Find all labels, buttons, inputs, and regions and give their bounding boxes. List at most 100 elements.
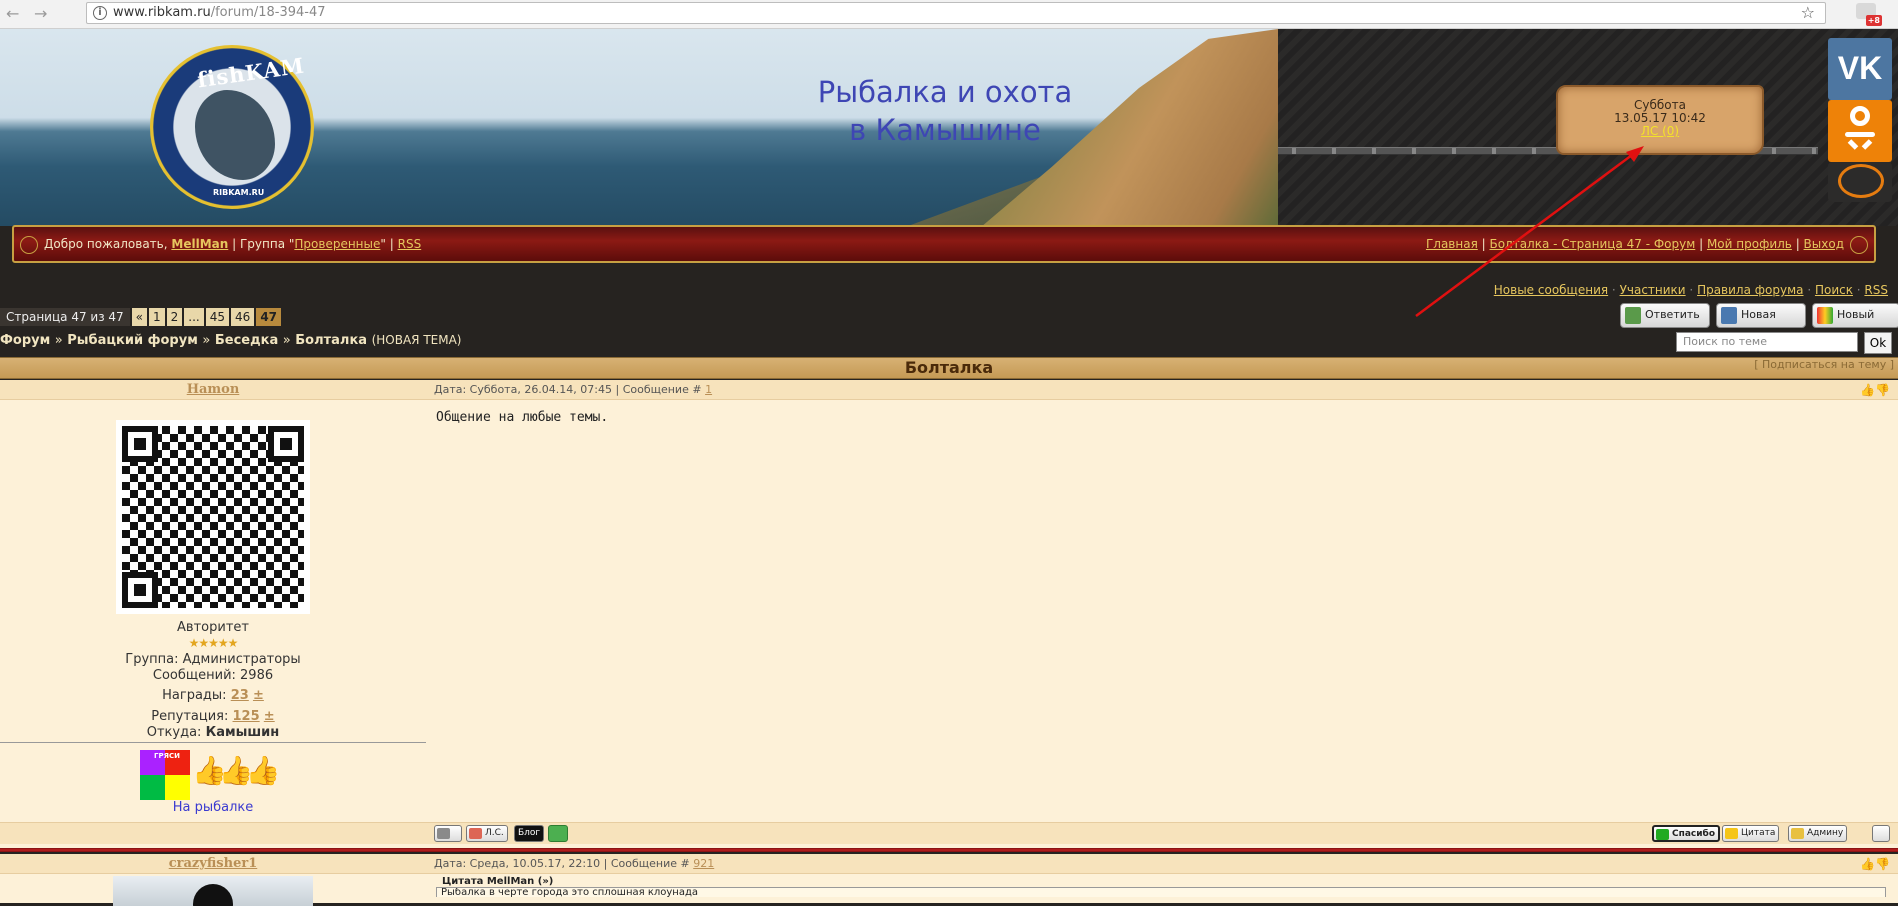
badge-text: ГРЯСИ [154,752,180,760]
profile-button[interactable] [434,825,462,842]
ok-share-button[interactable] [1828,100,1892,162]
post-date: Дата: Суббота, 26.04.14, 07:45 | Сообщен… [434,383,702,396]
post-header: crazyfisher1 Дата: Среда, 10.05.17, 22:1… [0,854,1898,874]
crumb-forum[interactable]: Форум [0,333,50,348]
page-label: Страница 47 из 47 [0,308,130,326]
admin-label: Админу [1807,828,1844,838]
back-icon[interactable]: ← [6,4,19,23]
new-topic-icon [1721,307,1737,324]
thanks-button[interactable]: Спасибо [1652,825,1721,842]
social-extra-button[interactable] [1828,162,1892,202]
thumbs-up-icon: 👍👍👍 [192,754,281,787]
nav-link-thread[interactable]: Болталка - Страница 47 - Форум [1489,237,1695,251]
new-poll-button[interactable]: Новый Опрос [1812,303,1898,343]
crumb-category[interactable]: Рыбацкий форум [67,333,198,348]
awards-link[interactable]: 23 [231,688,249,703]
logo-text: fishKAM [195,52,307,93]
subscribe-link[interactable]: [ Подписаться на тему ] [1754,358,1894,371]
post-number-link[interactable]: 1 [705,383,712,396]
ring-icon [1838,164,1884,198]
site-logo[interactable]: fishKAM RIBKAM.RU [150,45,314,209]
info-icon[interactable]: i [93,6,107,20]
pagination: Страница 47 из 47 « 1 2 ... 45 46 47 [0,308,282,326]
report-admin-button[interactable]: Админу [1788,825,1848,842]
post-quote: Цитата MellMan (») Рыбалка в черте город… [436,876,1886,897]
thread-title-bar: Болталка [ Подписаться на тему ] [0,357,1898,379]
page-prev[interactable]: « [131,308,148,326]
crumb-subforum[interactable]: Беседка [215,333,278,348]
reputation-plus-link[interactable]: ± [264,709,275,724]
user-group: Группа: Администраторы [125,652,301,667]
quote-author: Цитата MellMan ( [442,876,543,887]
extension-icon[interactable]: +8 [1856,3,1882,26]
reply-button[interactable]: Ответить [1620,303,1710,328]
quote-button[interactable]: Цитата [1722,825,1780,842]
profile-icon [437,828,450,839]
pm-label: Л.С. [485,828,504,838]
new-topic-button[interactable]: Новая Тема [1716,303,1806,343]
bookmark-star-icon[interactable]: ☆ [1801,3,1815,23]
quote-icon [1725,828,1738,839]
vk-share-button[interactable]: VK [1828,38,1892,100]
nav-link-profile[interactable]: Мой профиль [1707,237,1792,251]
site-title-line2: в Камышине [849,113,1041,147]
page-link[interactable]: 1 [149,308,165,326]
rss-link[interactable]: RSS [398,237,422,251]
url-path: /forum/18-394-47 [210,5,326,20]
link-new-messages[interactable]: Новые сообщения [1494,283,1608,297]
poll-icon [1817,307,1833,324]
quote-header: Цитата MellMan (») [436,876,1886,887]
link-rss[interactable]: RSS [1864,283,1888,297]
plus-icon [1656,829,1669,840]
site-title: Рыбалка и охота в Камышине [780,73,1110,149]
thread-title: Болталка [904,358,994,377]
group-prefix: | Группа " [232,237,295,251]
user-status-link[interactable]: На рыбалке [0,800,426,815]
welcome-right: Главная | Болталка - Страница 47 - Форум… [1425,237,1844,251]
welcome-bar: Добро пожаловать, MellMan | Группа "Пров… [12,225,1876,263]
user-rank: Авторитет [177,620,249,635]
site-title-line1: Рыбалка и охота [817,75,1073,109]
forward-icon[interactable]: → [34,4,47,23]
page-link[interactable]: 45 [205,308,230,326]
forum-post: crazyfisher1 Дата: Среда, 10.05.17, 22:1… [0,854,1898,906]
post-meta: Дата: Суббота, 26.04.14, 07:45 | Сообщен… [434,380,712,400]
vote-icons[interactable]: 👍👎 [1860,383,1890,397]
thread-search-button[interactable]: Ok [1864,332,1892,354]
reputation-link[interactable]: 125 [233,709,260,724]
new-topic-link[interactable]: (НОВАЯ ТЕМА) [372,333,462,347]
awards-plus-link[interactable]: ± [253,688,264,703]
address-bar[interactable]: i www.ribkam.ru/forum/18-394-47 ☆ [86,2,1826,24]
welcome-user-link[interactable]: MellMan [171,237,228,251]
post-number-link[interactable]: 921 [693,857,714,870]
blog-button[interactable]: Блог [514,825,545,842]
reply-label: Ответить [1645,308,1700,321]
quote-label: Цитата [1741,828,1776,838]
whatsapp-icon[interactable] [548,825,568,842]
ok-logo-leg-left [1847,139,1859,150]
link-rules[interactable]: Правила форума [1697,283,1803,297]
page-link[interactable]: 2 [166,308,183,326]
ornament-icon [20,236,38,254]
location-value: Камышин [205,725,280,740]
thread-search-input[interactable]: Поиск по теме [1676,332,1858,352]
post-body: Общение на любые темы. [436,410,609,425]
pm-button[interactable]: Л.С. [466,825,508,842]
crumb-thread: Болталка [295,333,368,348]
post-author[interactable]: crazyfisher1 [0,854,426,874]
link-search[interactable]: Поиск [1815,283,1853,297]
vote-icons[interactable]: 👍👎 [1860,857,1890,871]
page-link[interactable]: 46 [231,308,255,326]
nav-link-home[interactable]: Главная [1426,237,1478,251]
qr-finder [122,426,158,462]
scroll-top-button[interactable] [1872,825,1890,842]
post-author[interactable]: Hamon [0,380,426,400]
sidebar-divider [0,742,426,743]
browser-toolbar: ← → i www.ribkam.ru/forum/18-394-47 ☆ +8 [0,0,1898,29]
link-members[interactable]: Участники [1620,283,1686,297]
group-link[interactable]: Проверенные [294,237,380,251]
user-avatar-qr [116,420,310,614]
nav-link-logout[interactable]: Выход [1804,237,1844,251]
private-messages-link[interactable]: ЛС (0) [1641,124,1679,138]
post-meta: Дата: Среда, 10.05.17, 22:10 | Сообщение… [434,854,714,874]
